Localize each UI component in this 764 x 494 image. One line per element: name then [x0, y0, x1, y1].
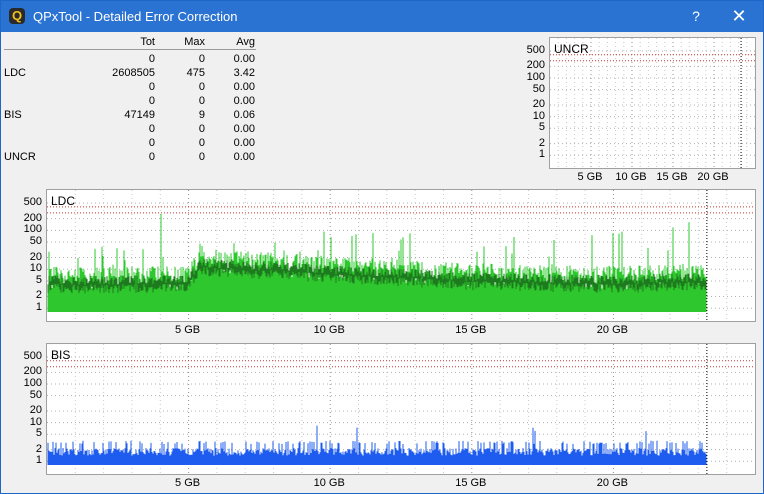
x-tick-label: 20 GB	[596, 324, 628, 336]
ldc-chart: LDC	[46, 189, 756, 322]
y-tick-label: 100	[23, 377, 42, 390]
stats-avg-cell: 0.00	[233, 53, 255, 65]
y-tick-label: 20	[29, 404, 42, 417]
x-tick-label: 10 GB	[615, 171, 647, 183]
stats-avg-cell: 0.00	[233, 123, 255, 135]
stats-tot-cell: 0	[148, 151, 155, 163]
stats-max-cell: 0	[198, 53, 205, 65]
stats-avg-cell: 0.00	[233, 95, 255, 107]
main-window: QPxTool - Detailed Error Correction ? ✕ …	[0, 0, 764, 494]
ldc-series	[47, 214, 707, 312]
uncr-chart: UNCR	[549, 37, 756, 169]
y-tick-label: 50	[29, 388, 42, 401]
x-tick-label: 15 GB	[455, 477, 487, 489]
close-button[interactable]: ✕	[727, 5, 751, 27]
help-button[interactable]: ?	[685, 6, 707, 26]
y-tick-label: 5	[35, 273, 42, 286]
y-tick-label: 1	[35, 301, 42, 314]
stats-avg-cell: 3.42	[233, 67, 255, 79]
stats-label-cell: UNCR	[4, 151, 36, 163]
stats-avg-cell: 0.00	[233, 81, 255, 93]
stats-max-cell: 0	[198, 151, 205, 163]
stats-avg-cell: 0.00	[233, 151, 255, 163]
col-header-avg: Avg	[236, 36, 255, 48]
col-header-max: Max	[184, 36, 205, 48]
y-tick-label: 50	[29, 235, 42, 248]
stats-table: Tot Max Avg 0 0 0.00 LDC 2608505 475 3.42 0 0 0.0…	[4, 36, 256, 166]
y-tick-label: 50	[532, 82, 545, 95]
x-tick-label: 20 GB	[697, 171, 729, 183]
stats-label-cell: BIS	[4, 109, 22, 121]
y-tick-label: 20	[532, 98, 545, 111]
y-tick-label: 200	[526, 59, 545, 72]
bis-plot	[47, 344, 755, 474]
bis-series	[47, 425, 707, 465]
y-tick-label: 500	[23, 350, 42, 363]
ldc-chart-title: LDC	[51, 194, 76, 208]
ldc-plot	[47, 190, 755, 321]
x-tick-label: 10 GB	[313, 477, 345, 489]
stats-max-cell: 0	[198, 123, 205, 135]
col-header-tot: Tot	[140, 36, 155, 48]
stats-tot-cell: 2608505	[112, 67, 155, 79]
y-tick-label: 500	[23, 196, 42, 209]
x-tick-label: 5 GB	[175, 477, 201, 489]
y-tick-label: 100	[526, 71, 545, 84]
window-title: QPxTool - Detailed Error Correction	[33, 9, 238, 24]
y-tick-label: 10	[29, 415, 42, 428]
stats-max-cell: 0	[198, 81, 205, 93]
x-tick-label: 15 GB	[455, 324, 487, 336]
bis-chart-title: BIS	[51, 348, 71, 362]
stats-tot-cell: 0	[148, 81, 155, 93]
stats-label-cell: LDC	[4, 67, 27, 79]
y-tick-label: 1	[538, 148, 545, 161]
stats-max-cell: 475	[186, 67, 205, 79]
y-tick-label: 2	[35, 289, 42, 302]
y-tick-label: 500	[526, 44, 545, 57]
x-tick-label: 20 GB	[596, 477, 628, 489]
title-bar[interactable]: QPxTool - Detailed Error Correction ? ✕	[1, 1, 763, 32]
stats-max-cell: 9	[198, 109, 205, 121]
stats-max-cell: 0	[198, 137, 205, 149]
stats-tot-cell: 0	[148, 137, 155, 149]
qpxtool-icon	[9, 8, 25, 24]
x-tick-label: 5 GB	[577, 171, 603, 183]
x-tick-label: 10 GB	[313, 324, 345, 336]
y-tick-label: 20	[29, 250, 42, 263]
y-tick-label: 2	[35, 442, 42, 455]
y-tick-label: 10	[532, 109, 545, 122]
uncr-plot	[550, 38, 755, 168]
y-tick-label: 5	[35, 427, 42, 440]
x-tick-label: 15 GB	[656, 171, 688, 183]
y-tick-label: 1	[35, 454, 42, 467]
stats-avg-cell: 0.00	[233, 137, 255, 149]
y-tick-label: 5	[538, 121, 545, 134]
stats-tot-cell: 0	[148, 123, 155, 135]
stats-tot-cell: 0	[148, 95, 155, 107]
stats-avg-cell: 0.06	[233, 109, 255, 121]
y-tick-label: 2	[538, 136, 545, 149]
x-tick-label: 5 GB	[175, 324, 201, 336]
y-tick-label: 200	[23, 211, 42, 224]
stats-max-cell: 0	[198, 95, 205, 107]
y-tick-label: 10	[29, 262, 42, 275]
stats-tot-cell: 0	[148, 53, 155, 65]
bis-chart: BIS	[46, 343, 756, 475]
y-tick-label: 200	[23, 365, 42, 378]
stats-tot-cell: 47149	[124, 109, 155, 121]
stats-header-row: Tot Max Avg	[4, 36, 256, 50]
y-tick-label: 100	[23, 223, 42, 236]
uncr-chart-title: UNCR	[554, 42, 589, 56]
